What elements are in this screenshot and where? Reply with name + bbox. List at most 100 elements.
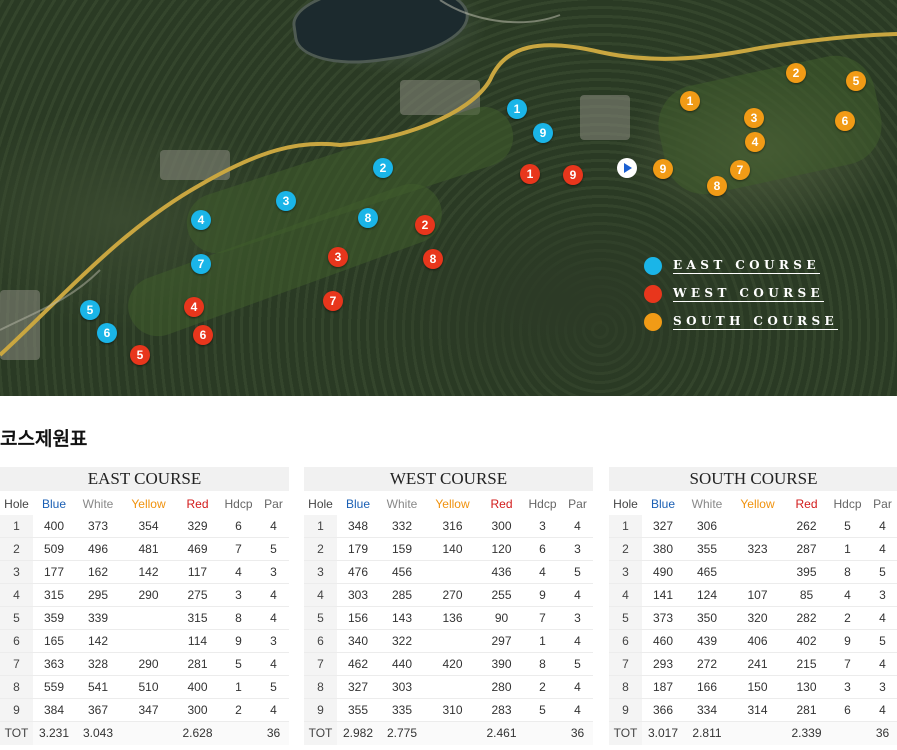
south-hole-marker[interactable]: 9: [653, 159, 673, 179]
east-hole-marker[interactable]: 1: [507, 99, 527, 119]
table-cell: [121, 607, 176, 629]
table-cell: [425, 676, 480, 698]
table-cell: 142: [138, 565, 159, 579]
table-cell: 4: [0, 584, 33, 606]
south-hole-marker[interactable]: 4: [745, 132, 765, 152]
table-cell: 9: [844, 634, 851, 648]
table-cell: [730, 561, 785, 583]
west-hole-marker[interactable]: 3: [328, 247, 348, 267]
table-cell: 3: [304, 561, 337, 583]
table-cell: 5: [235, 657, 242, 671]
table-cell: 3: [270, 565, 277, 579]
table-cell: 287: [796, 542, 817, 556]
west-hole-marker[interactable]: 6: [193, 325, 213, 345]
course-table-title: SOUTH COURSE: [609, 467, 897, 491]
table-cell: 270: [442, 588, 463, 602]
west-hole-marker[interactable]: 1: [520, 164, 540, 184]
table-cell: Par: [568, 497, 587, 511]
south-hole-marker[interactable]: 1: [680, 91, 700, 111]
legend-south[interactable]: SOUTH COURSE: [644, 308, 839, 336]
west-hole-marker[interactable]: 2: [415, 215, 435, 235]
legend-west[interactable]: WEST COURSE: [644, 280, 838, 308]
table-cell: 6: [844, 703, 851, 717]
west-hole-marker[interactable]: 7: [323, 291, 343, 311]
table-cell: 366: [652, 703, 674, 717]
east-hole-marker[interactable]: 4: [191, 210, 211, 230]
east-hole-marker[interactable]: 2: [373, 158, 393, 178]
table-cell: 373: [87, 519, 109, 533]
east-hole-marker[interactable]: 9: [533, 123, 553, 143]
west-hole-marker[interactable]: 9: [563, 165, 583, 185]
south-hole-marker[interactable]: 7: [730, 160, 750, 180]
clubhouse-play-icon[interactable]: [617, 158, 637, 178]
table-cell: 290: [138, 657, 159, 671]
table-cell: 8: [0, 676, 33, 698]
table-cell: 3: [0, 561, 33, 583]
table-cell: 456: [391, 565, 413, 579]
table-cell: 3.043: [82, 726, 114, 740]
table-cell: [121, 722, 176, 745]
east-hole-marker[interactable]: 7: [191, 254, 211, 274]
table-row: 8 559 541 510 400 1 5: [0, 676, 289, 699]
table-cell: 3: [539, 519, 546, 533]
table-cell: TOT: [609, 722, 642, 745]
west-hole-marker[interactable]: 4: [184, 297, 204, 317]
table-row: 4 141 124 107 85 4 3: [609, 584, 897, 607]
east-hole-marker[interactable]: 3: [276, 191, 296, 211]
table-cell: 469: [187, 542, 208, 556]
east-hole-marker[interactable]: 5: [80, 300, 100, 320]
table-cell: White: [691, 497, 723, 511]
table-cell: 295: [87, 588, 109, 602]
table-cell: 162: [87, 565, 109, 579]
table-cell: 476: [347, 565, 369, 579]
table-cell: 4: [879, 519, 886, 533]
south-hole-marker[interactable]: 8: [707, 176, 727, 196]
table-cell: 5: [879, 634, 886, 648]
table-row: 1 327 306 262 5 4: [609, 515, 897, 538]
table-cell: 285: [391, 588, 413, 602]
south-hole-marker[interactable]: 6: [835, 111, 855, 131]
legend-east[interactable]: EAST COURSE: [644, 252, 838, 280]
legend-south-label: SOUTH COURSE: [673, 314, 839, 330]
table-cell: 2: [0, 538, 33, 560]
table-cell: 3: [609, 561, 642, 583]
west-hole-marker[interactable]: 5: [130, 345, 150, 365]
south-hole-marker[interactable]: 2: [786, 63, 806, 83]
table-cell: 4: [270, 519, 277, 533]
table-cell: 9: [0, 699, 33, 721]
table-cell: White: [82, 497, 114, 511]
table-cell: 6: [609, 630, 642, 652]
table-cell: 4: [270, 588, 277, 602]
table-cell: 143: [391, 611, 413, 625]
table-cell: 187: [652, 680, 674, 694]
table-cell: 5: [574, 565, 581, 579]
table-cell: 2: [609, 538, 642, 560]
table-cell: 141: [652, 588, 674, 602]
table-cell: 9: [304, 699, 337, 721]
table-cell: 363: [43, 657, 65, 671]
table-row: 2 179 159 140 120 6 3: [304, 538, 593, 561]
east-hole-marker[interactable]: 6: [97, 323, 117, 343]
table-cell: 142: [87, 634, 109, 648]
table-cell: 7: [844, 657, 851, 671]
east-hole-marker[interactable]: 8: [358, 208, 378, 228]
table-cell: 4: [574, 680, 581, 694]
table-cell: 2: [539, 680, 546, 694]
south-hole-marker[interactable]: 3: [744, 108, 764, 128]
table-cell: 355: [696, 542, 718, 556]
legend-east-dot: [644, 257, 662, 275]
table-cell: 315: [187, 611, 208, 625]
table-cell: 3: [574, 542, 581, 556]
table-cell: 290: [138, 588, 159, 602]
table-cell: 354: [138, 519, 159, 533]
table-cell: 2: [235, 703, 242, 717]
table-row: 3 177 162 142 117 4 3: [0, 561, 289, 584]
west-hole-marker[interactable]: 8: [423, 249, 443, 269]
table-cell: 355: [347, 703, 369, 717]
south-hole-marker[interactable]: 5: [846, 71, 866, 91]
table-cell: 1: [0, 515, 33, 537]
table-cell: 5: [574, 657, 581, 671]
table-cell: 300: [187, 703, 208, 717]
table-cell: Hole: [609, 491, 642, 515]
table-cell: [425, 561, 480, 583]
